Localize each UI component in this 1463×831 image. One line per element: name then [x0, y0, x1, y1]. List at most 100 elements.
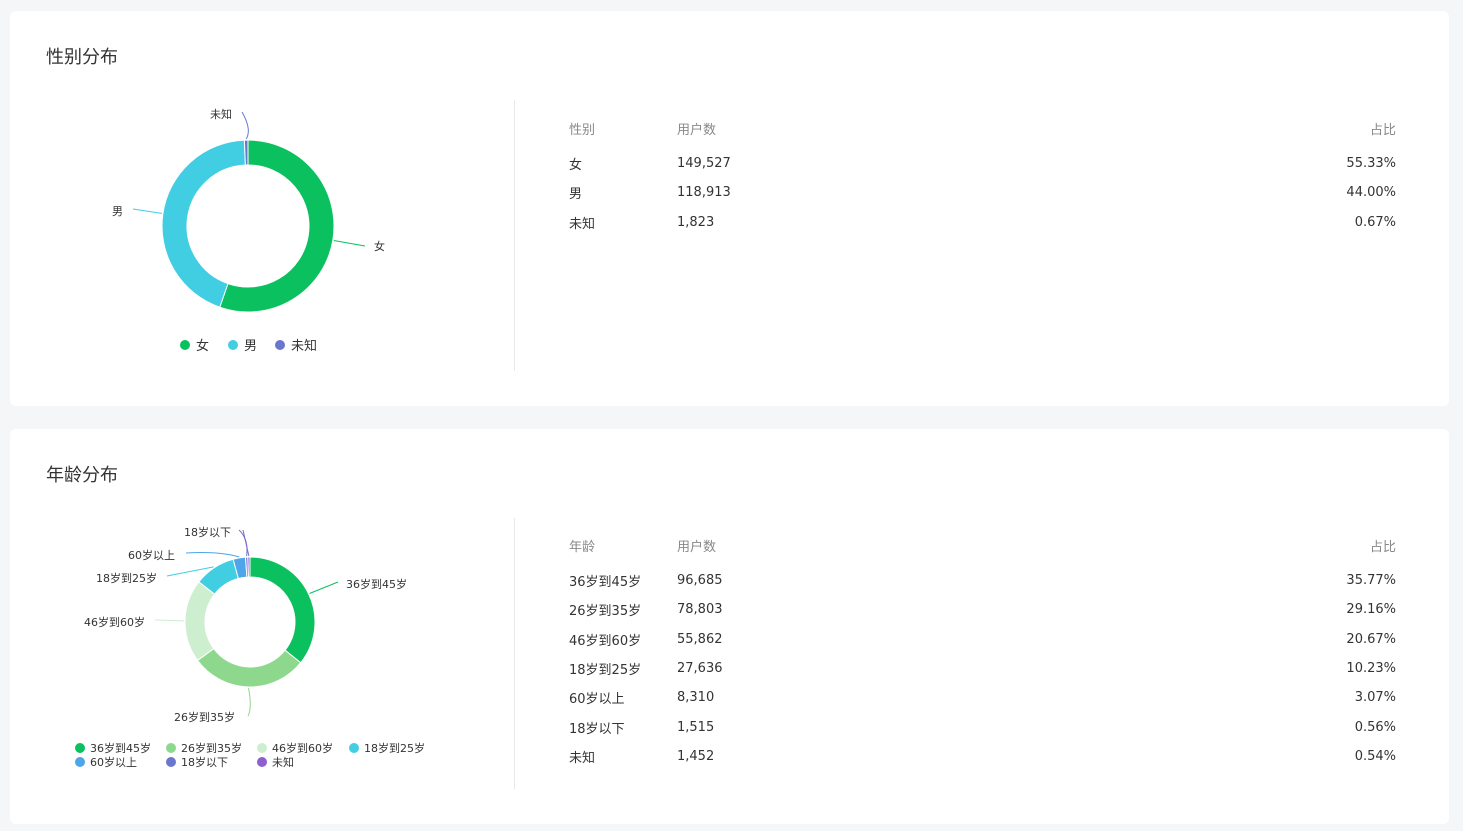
leader-line: [333, 239, 366, 247]
donut-slice[interactable]: [243, 139, 249, 166]
row-count: 118,913: [677, 185, 731, 201]
table-row: 男 118,913 44.00%: [569, 178, 1396, 207]
row-count: 1,823: [677, 214, 715, 230]
leader-line: [242, 529, 250, 557]
legend-item[interactable]: 60岁以上: [75, 755, 137, 769]
row-pct: 20.67%: [1346, 631, 1396, 647]
legend-label: 未知: [272, 755, 294, 769]
age-table-header: 年龄 用户数 占比: [569, 534, 1396, 556]
legend-item[interactable]: 18岁到25岁: [349, 741, 425, 755]
legend-label: 26岁到35岁: [181, 741, 242, 755]
slice-label: 60岁以上: [128, 548, 175, 562]
age-header-count: 用户数: [677, 539, 717, 555]
donut-slice[interactable]: [161, 139, 246, 308]
row-pct: 0.56%: [1354, 719, 1396, 735]
row-count: 27,636: [677, 661, 723, 677]
row-count: 1,452: [677, 748, 715, 764]
row-pct: 0.67%: [1354, 214, 1396, 230]
legend-item[interactable]: 18岁以下: [166, 755, 228, 769]
legend-swatch: [349, 743, 359, 753]
row-pct: 3.07%: [1354, 690, 1396, 706]
row-count: 78,803: [677, 602, 723, 618]
table-row: 18岁到25岁 27,636 10.23%: [569, 654, 1396, 683]
age-card: 年龄分布 36岁到45岁 26岁到35岁 46岁到60岁 18岁到25岁 60岁以上 18…: [10, 429, 1449, 824]
row-label: 46岁到60岁: [569, 633, 642, 649]
row-count: 149,527: [677, 156, 731, 172]
donut-slice[interactable]: [249, 556, 316, 664]
legend-label: 18岁以下: [181, 755, 228, 769]
age-table: 年龄 用户数 占比 36岁到45岁 96,685 35.77% 26岁到35岁 …: [569, 534, 1396, 771]
legend-item[interactable]: 46岁到60岁: [257, 741, 333, 755]
leader-line: [132, 208, 163, 214]
leader-line: [247, 687, 251, 717]
donut-slice[interactable]: [184, 581, 216, 662]
row-count: 96,685: [677, 573, 723, 589]
legend-swatch: [257, 757, 267, 767]
legend-swatch: [228, 340, 238, 350]
row-label: 18岁以下: [569, 721, 625, 737]
slice-label: 女: [374, 239, 385, 253]
gender-header-count: 用户数: [677, 122, 717, 138]
legend-label: 36岁到45岁: [90, 741, 151, 755]
legend-swatch: [166, 743, 176, 753]
gender-donut-chart: 女男未知女男未知: [112, 107, 385, 354]
gender-card: 性别分布 女男未知女男未知 性别 用户数 占比 女 149,527 55.33%…: [10, 11, 1449, 406]
table-row: 未知 1,823 0.67%: [569, 208, 1396, 237]
legend-swatch: [275, 340, 285, 350]
row-pct: 44.00%: [1346, 185, 1396, 201]
slice-label: 46岁到60岁: [84, 615, 145, 629]
row-label: 男: [569, 187, 583, 203]
row-pct: 0.54%: [1354, 748, 1396, 764]
table-row: 60岁以上 8,310 3.07%: [569, 683, 1396, 712]
legend-item[interactable]: 未知: [275, 338, 317, 354]
age-divider: [514, 518, 515, 789]
slice-label: 26岁到35岁: [174, 710, 235, 724]
donut-slice[interactable]: [247, 556, 251, 578]
gender-divider: [514, 100, 515, 371]
legend-swatch: [180, 340, 190, 350]
legend-swatch: [166, 757, 176, 767]
age-header-pct: 占比: [1369, 539, 1396, 555]
row-count: 55,862: [677, 631, 723, 647]
table-row: 女 149,527 55.33%: [569, 149, 1396, 178]
legend-item[interactable]: 女: [180, 338, 209, 354]
legend-item[interactable]: 男: [228, 339, 257, 354]
legend-item[interactable]: 未知: [257, 755, 294, 769]
gender-table-header: 性别 用户数 占比: [569, 117, 1396, 139]
table-row: 36岁到45岁 96,685 35.77%: [569, 566, 1396, 595]
row-pct: 29.16%: [1346, 602, 1396, 618]
legend-swatch: [257, 743, 267, 753]
legend-swatch: [75, 743, 85, 753]
gender-header-pct: 占比: [1369, 122, 1396, 138]
leader-line: [154, 619, 185, 622]
gender-header-label: 性别: [569, 122, 596, 138]
row-label: 36岁到45岁: [569, 575, 642, 591]
legend-label: 男: [244, 339, 257, 354]
row-count: 8,310: [677, 690, 715, 706]
legend-item[interactable]: 36岁到45岁: [75, 741, 151, 755]
slice-label: 18岁到25岁: [96, 571, 157, 585]
leader-line: [309, 581, 339, 594]
slice-label: 男: [112, 205, 123, 218]
age-header-label: 年龄: [569, 539, 596, 555]
donut-slice[interactable]: [196, 647, 302, 688]
legend-label: 46岁到60岁: [272, 741, 333, 755]
legend-label: 女: [196, 338, 209, 354]
row-count: 1,515: [677, 719, 715, 735]
row-label: 未知: [569, 750, 596, 766]
legend-item[interactable]: 26岁到35岁: [166, 741, 242, 755]
row-label: 未知: [569, 216, 596, 232]
table-row: 未知 1,452 0.54%: [569, 742, 1396, 771]
table-row: 26岁到35岁 78,803 29.16%: [569, 595, 1396, 624]
age-donut-chart: 36岁到45岁 26岁到35岁 46岁到60岁 18岁到25岁 60岁以上 18岁以下 未知…: [75, 525, 425, 769]
row-label: 26岁到35岁: [569, 604, 642, 620]
slice-label: 未知: [210, 107, 232, 121]
legend-label: 18岁到25岁: [364, 741, 425, 755]
gender-table: 性别 用户数 占比 女 149,527 55.33% 男 118,913 44.…: [569, 117, 1396, 237]
leader-line: [241, 111, 249, 140]
leader-line: [185, 551, 240, 558]
row-label: 18岁到25岁: [569, 663, 642, 679]
legend-label: 60岁以上: [90, 755, 137, 769]
row-label: 60岁以上: [569, 692, 625, 708]
table-row: 18岁以下 1,515 0.56%: [569, 712, 1396, 741]
